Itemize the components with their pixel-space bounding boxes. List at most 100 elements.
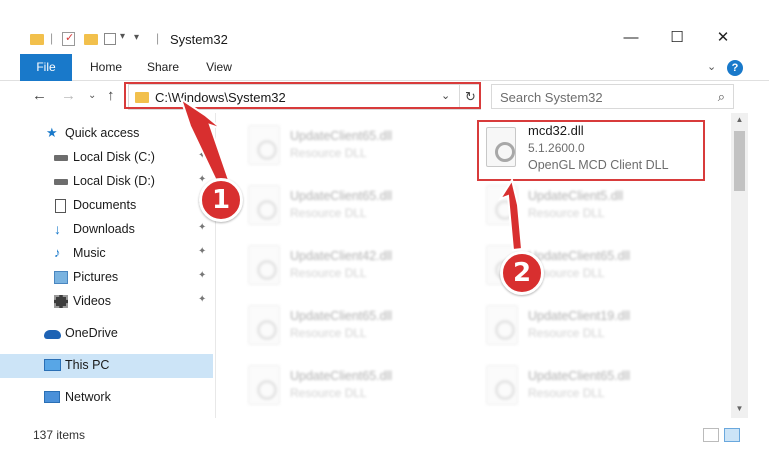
item-count: 137 items [33,428,86,442]
dll-file-icon [486,185,518,225]
sidebar-item-label: This PC [65,358,110,372]
sidebar-item-downloads[interactable]: ↓ Downloads ✦ [0,218,213,242]
file-name: UpdateClient65.dll [290,189,393,203]
sidebar-item-label: Pictures [73,270,119,284]
file-type: Resource DLL [290,326,367,340]
list-item[interactable]: UpdateClient65.dll Resource DLL [240,179,460,235]
sidebar-item-this-pc[interactable]: This PC [0,354,213,378]
vertical-scrollbar[interactable]: ▲ ▼ [731,113,748,418]
sidebar-item-label: Downloads [73,222,135,236]
dll-file-icon [486,365,518,405]
file-name: UpdateClient42.dll [290,249,393,263]
sidebar-item-label: Quick access [65,126,140,140]
dll-file-icon [486,305,518,345]
file-type: Resource DLL [528,326,605,340]
sidebar-item-label: Network [65,390,111,404]
list-item[interactable]: UpdateClient65.dll Resource DLL [240,359,460,415]
file-name: UpdateClient19.dll [528,309,631,323]
sidebar-item-network[interactable]: Network [0,386,213,410]
sidebar-item-videos[interactable]: Videos ✦ [0,290,213,314]
search-icon[interactable]: ⌕ [718,89,725,105]
file-name: UpdateClient65.dll [528,249,631,263]
customize-toolbar-icon[interactable] [104,33,116,45]
sidebar-item-music[interactable]: ♪ Music ✦ [0,242,213,266]
pin-icon[interactable]: ✦ [198,270,206,281]
dll-file-icon [248,365,280,405]
pin-icon[interactable]: ✦ [198,150,206,161]
folder-icon [30,34,44,45]
file-type: Resource DLL [290,146,367,160]
navigation-pane: ★ Quick access Local Disk (C:) ✦ Local D… [0,113,216,418]
scroll-thumb[interactable] [734,131,745,191]
chevron-down-icon[interactable]: ▾ [120,31,125,42]
sidebar-item-label: Documents [73,198,137,212]
list-item[interactable]: UpdateClient42.dll Resource DLL [240,239,460,295]
large-icons-view-icon[interactable] [724,428,740,442]
forward-icon[interactable]: → [61,87,76,104]
sidebar-item-local-disk-c[interactable]: Local Disk (C:) ✦ [0,146,213,170]
file-type: Resource DLL [528,206,605,220]
details-view-icon[interactable] [703,428,719,442]
pin-icon[interactable]: ✦ [198,222,206,233]
pin-icon[interactable]: ✦ [198,246,206,257]
file-type: Resource DLL [528,386,605,400]
search-input[interactable]: Search System32 ⌕ [491,84,734,109]
sidebar-item-label: OneDrive [65,326,118,340]
list-item[interactable]: UpdateClient65.dll Resource DLL [240,119,460,175]
separator: | [156,31,160,45]
pin-icon[interactable]: ✦ [198,294,206,305]
sidebar-item-onedrive[interactable]: OneDrive [0,322,213,346]
scroll-down-icon[interactable]: ▼ [731,404,748,416]
title-bar: | ✓ ▾ ▾ | System32 — ☐ ✕ [0,0,769,54]
tab-view[interactable]: View [193,54,245,81]
close-button[interactable]: ✕ [700,22,746,52]
list-item[interactable]: UpdateClient5.dll Resource DLL [478,179,698,235]
new-folder-icon[interactable] [84,34,98,45]
list-item[interactable]: UpdateClient19.dll Resource DLL [478,299,698,355]
chevron-down-icon[interactable]: ▾ [134,32,139,43]
tab-share[interactable]: Share [137,54,189,81]
file-highlight-box [477,120,705,181]
sidebar-item-documents[interactable]: Documents ✦ [0,194,213,218]
search-placeholder: Search System32 [500,90,603,105]
dll-file-icon [248,305,280,345]
tab-file[interactable]: File [20,54,72,81]
ribbon-tabs: File Home Share View ⌄ ? [0,54,769,81]
maximize-button[interactable]: ☐ [654,22,700,52]
dll-file-icon [248,245,280,285]
cloud-icon [44,330,61,339]
scroll-up-icon[interactable]: ▲ [731,115,748,127]
dll-file-icon [248,185,280,225]
video-icon [54,295,68,308]
sidebar-item-pictures[interactable]: Pictures ✦ [0,266,213,290]
minimize-button[interactable]: — [608,22,654,52]
pictures-icon [54,271,68,284]
callout-1: 1 [199,178,243,222]
status-bar: 137 items [0,418,769,464]
up-icon[interactable]: ↑ [107,87,115,104]
sidebar-item-quick-access[interactable]: ★ Quick access [0,122,213,146]
file-name: UpdateClient65.dll [528,369,631,383]
computer-icon [44,359,61,371]
file-name: UpdateClient65.dll [290,309,393,323]
sidebar-item-label: Music [73,246,106,260]
expand-ribbon-icon[interactable]: ⌄ [707,60,716,73]
callout-2: 2 [500,251,544,295]
file-type: Resource DLL [290,386,367,400]
tab-home[interactable]: Home [80,54,132,81]
download-icon: ↓ [54,221,61,237]
properties-icon[interactable]: ✓ [62,32,75,46]
recent-locations-icon[interactable]: ⌄ [88,90,96,101]
list-item[interactable]: UpdateClient65.dll Resource DLL [478,359,698,415]
music-icon: ♪ [54,245,61,260]
sidebar-item-local-disk-d[interactable]: Local Disk (D:) ✦ [0,170,213,194]
help-icon[interactable]: ? [727,60,743,76]
sidebar-item-label: Local Disk (D:) [73,174,155,188]
back-icon[interactable]: ← [32,87,47,104]
sidebar-item-label: Local Disk (C:) [73,150,155,164]
address-highlight-box [124,82,481,109]
list-item[interactable]: UpdateClient65.dll Resource DLL [240,299,460,355]
window-title: System32 [170,32,228,47]
network-icon [44,391,60,403]
separator: | [50,31,54,45]
